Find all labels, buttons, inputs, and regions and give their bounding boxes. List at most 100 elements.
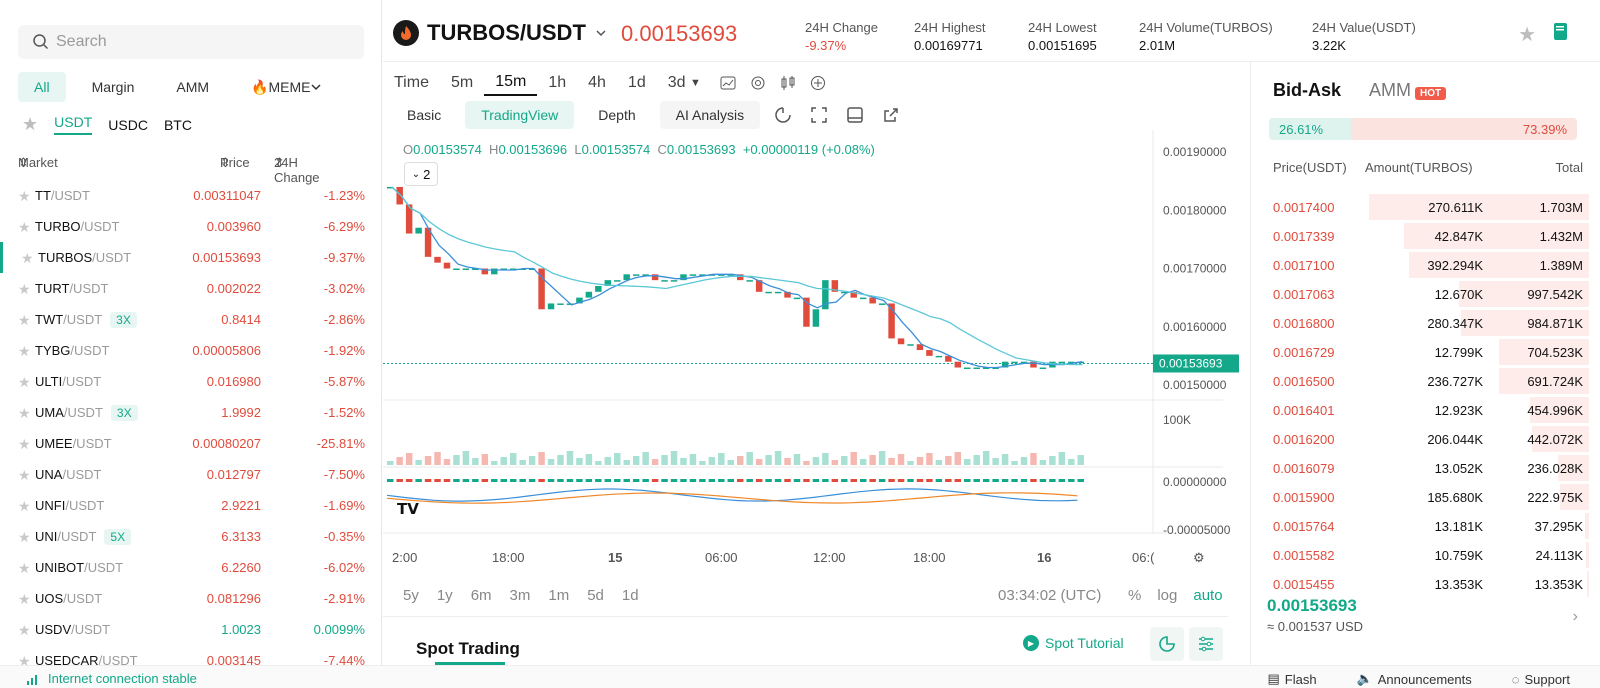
tf-15m[interactable]: 15m xyxy=(484,70,538,96)
range-5y[interactable]: 5y xyxy=(403,587,419,604)
range-1y[interactable]: 1y xyxy=(437,587,453,604)
ask-row[interactable]: 0.0017063 12.670K 997.542K xyxy=(1251,280,1600,309)
ask-row[interactable]: 0.0016079 13.052K 236.028K xyxy=(1251,454,1600,483)
tf-1h[interactable]: 1h xyxy=(537,70,577,96)
gear-icon[interactable]: ⚙ xyxy=(1193,550,1205,566)
favorites-star-icon[interactable]: ★ xyxy=(22,114,38,135)
market-row[interactable]: ★ UNA/USDT 0.012797 -7.50% xyxy=(0,459,382,490)
panel-icon[interactable] xyxy=(846,106,864,124)
pie-chart-button[interactable] xyxy=(1150,627,1184,661)
range-1d[interactable]: 1d xyxy=(622,587,639,604)
search-input[interactable]: Search xyxy=(18,25,364,59)
scale-log[interactable]: log xyxy=(1157,587,1177,604)
star-icon[interactable]: ★ xyxy=(18,312,31,329)
star-icon[interactable]: ★ xyxy=(18,405,31,422)
tf-5m[interactable]: 5m xyxy=(440,70,484,96)
tab-bid-ask[interactable]: Bid-Ask xyxy=(1273,80,1341,101)
star-icon[interactable]: ★ xyxy=(18,281,31,298)
market-row[interactable]: ★ TURBO/USDT 0.003960 -6.29% xyxy=(0,211,382,242)
book-last-price[interactable]: 0.00153693 ≈ 0.001537 USD xyxy=(1267,596,1363,634)
star-icon[interactable]: ★ xyxy=(18,436,31,453)
ask-row[interactable]: 0.0015900 185.680K 222.975K xyxy=(1251,483,1600,512)
star-icon[interactable]: ★ xyxy=(18,343,31,360)
ask-row[interactable]: 0.0016401 12.923K 454.996K xyxy=(1251,396,1600,425)
ask-row[interactable]: 0.0015582 10.759K 24.113K xyxy=(1251,541,1600,570)
support-link[interactable]: ◌ Support xyxy=(1512,671,1570,687)
ask-row[interactable]: 0.0017400 270.611K 1.703M xyxy=(1251,193,1600,222)
ask-row[interactable]: 0.0016200 206.044K 442.072K xyxy=(1251,425,1600,454)
star-icon[interactable]: ★ xyxy=(21,250,34,267)
star-icon[interactable]: ★ xyxy=(18,591,31,608)
ask-row[interactable]: 0.0016729 12.799K 704.523K xyxy=(1251,338,1600,367)
tab-usdc[interactable]: USDC xyxy=(108,117,148,133)
tf-4h[interactable]: 4h xyxy=(577,70,617,96)
tab-amm-book[interactable]: AMM HOT xyxy=(1369,80,1447,101)
market-row[interactable]: ★ UNI/USDT 5X 6.3133 -0.35% xyxy=(0,521,382,552)
candles-icon[interactable] xyxy=(780,75,796,91)
tab-meme[interactable]: 🔥MEME xyxy=(235,72,338,102)
market-row[interactable]: ★ UOS/USDT 0.081296 -2.91% xyxy=(0,583,382,614)
chevron-right-icon[interactable]: › xyxy=(1573,608,1578,626)
tf-time[interactable]: Time xyxy=(383,70,440,96)
star-icon[interactable]: ★ xyxy=(18,467,31,484)
market-row[interactable]: ★ TT/USDT 0.00311047 -1.23% xyxy=(0,180,382,211)
col-change[interactable]: 24H Change ⇕ xyxy=(274,155,320,185)
spot-tutorial-link[interactable]: ▶ Spot Tutorial xyxy=(1023,635,1124,651)
star-icon[interactable]: ★ xyxy=(18,498,31,515)
settings-icon[interactable] xyxy=(750,75,766,91)
announcements-link[interactable]: 🔈 Announcements xyxy=(1357,671,1472,687)
settings-sliders-button[interactable] xyxy=(1189,627,1223,661)
market-row[interactable]: ★ TURT/USDT 0.002022 -3.02% xyxy=(0,273,382,304)
ask-row[interactable]: 0.0017100 392.294K 1.389M xyxy=(1251,251,1600,280)
candlestick-chart[interactable]: 0.00190000 0.00180000 0.00170000 0.00160000… xyxy=(383,130,1250,550)
tab-usdt[interactable]: USDT xyxy=(54,114,93,135)
refresh-icon[interactable] xyxy=(774,106,792,124)
market-row[interactable]: ★ UMEE/USDT 0.00080207 -25.81% xyxy=(0,428,382,459)
ask-row[interactable]: 0.0016800 280.347K 984.871K xyxy=(1251,309,1600,338)
utc-clock[interactable]: 03:34:02 (UTC) xyxy=(998,587,1101,604)
market-row[interactable]: ★ UMA/USDT 3X 1.9992 -1.52% xyxy=(0,397,382,428)
book-icon[interactable] xyxy=(1552,22,1570,42)
range-6m[interactable]: 6m xyxy=(471,587,492,604)
star-icon[interactable]: ★ xyxy=(18,188,31,205)
market-row[interactable]: ★ ULTI/USDT 0.016980 -5.87% xyxy=(0,366,382,397)
ask-row[interactable]: 0.0015455 13.353K 13.353K xyxy=(1251,570,1600,599)
tab-all[interactable]: All xyxy=(18,72,66,102)
star-icon[interactable]: ★ xyxy=(18,219,31,236)
share-icon[interactable] xyxy=(882,106,900,124)
tf-3d[interactable]: 3d ▼ xyxy=(657,70,712,96)
indicator-collapse-button[interactable]: ⌄ 2 xyxy=(404,162,438,186)
view-ai-analysis[interactable]: AI Analysis xyxy=(659,101,761,129)
market-row[interactable]: ★ TYBG/USDT 0.00005806 -1.92% xyxy=(0,335,382,366)
market-row[interactable]: ★ UNFI/USDT 2.9221 -1.69% xyxy=(0,490,382,521)
tab-margin[interactable]: Margin xyxy=(76,72,151,102)
fullscreen-icon[interactable] xyxy=(810,106,828,124)
range-3m[interactable]: 3m xyxy=(510,587,531,604)
view-tradingview[interactable]: TradingView xyxy=(465,101,575,129)
market-row[interactable]: ★ UNIBOT/USDT 6.2260 -6.02% xyxy=(0,552,382,583)
view-depth[interactable]: Depth xyxy=(582,101,651,129)
star-icon[interactable]: ★ xyxy=(18,374,31,391)
flash-link[interactable]: ▤ Flash xyxy=(1267,671,1316,687)
add-indicator-icon[interactable] xyxy=(810,75,826,91)
col-market[interactable]: Market ⇕ xyxy=(18,155,58,171)
scale-percent[interactable]: % xyxy=(1128,587,1141,604)
range-1m[interactable]: 1m xyxy=(548,587,569,604)
col-price[interactable]: Price ⇕ xyxy=(220,155,250,171)
chart-type-icon[interactable] xyxy=(720,75,736,91)
star-icon[interactable]: ★ xyxy=(18,560,31,577)
tf-1d[interactable]: 1d xyxy=(617,70,657,96)
market-row[interactable]: ★ TURBOS/USDT 0.00153693 -9.37% xyxy=(0,242,382,273)
star-icon[interactable]: ★ xyxy=(18,529,31,546)
view-basic[interactable]: Basic xyxy=(391,101,457,129)
range-5d[interactable]: 5d xyxy=(587,587,604,604)
star-icon[interactable]: ★ xyxy=(18,622,31,639)
market-row[interactable]: ★ TWT/USDT 3X 0.8414 -2.86% xyxy=(0,304,382,335)
favorite-star-icon[interactable]: ★ xyxy=(1518,22,1536,47)
tab-amm[interactable]: AMM xyxy=(160,72,225,102)
ask-row[interactable]: 0.0017339 42.847K 1.432M xyxy=(1251,222,1600,251)
market-row[interactable]: ★ USDV/USDT 1.0023 0.0099% xyxy=(0,614,382,645)
ask-row[interactable]: 0.0015764 13.181K 37.295K xyxy=(1251,512,1600,541)
ask-row[interactable]: 0.0016500 236.727K 691.724K xyxy=(1251,367,1600,396)
tab-btc[interactable]: BTC xyxy=(164,117,192,133)
